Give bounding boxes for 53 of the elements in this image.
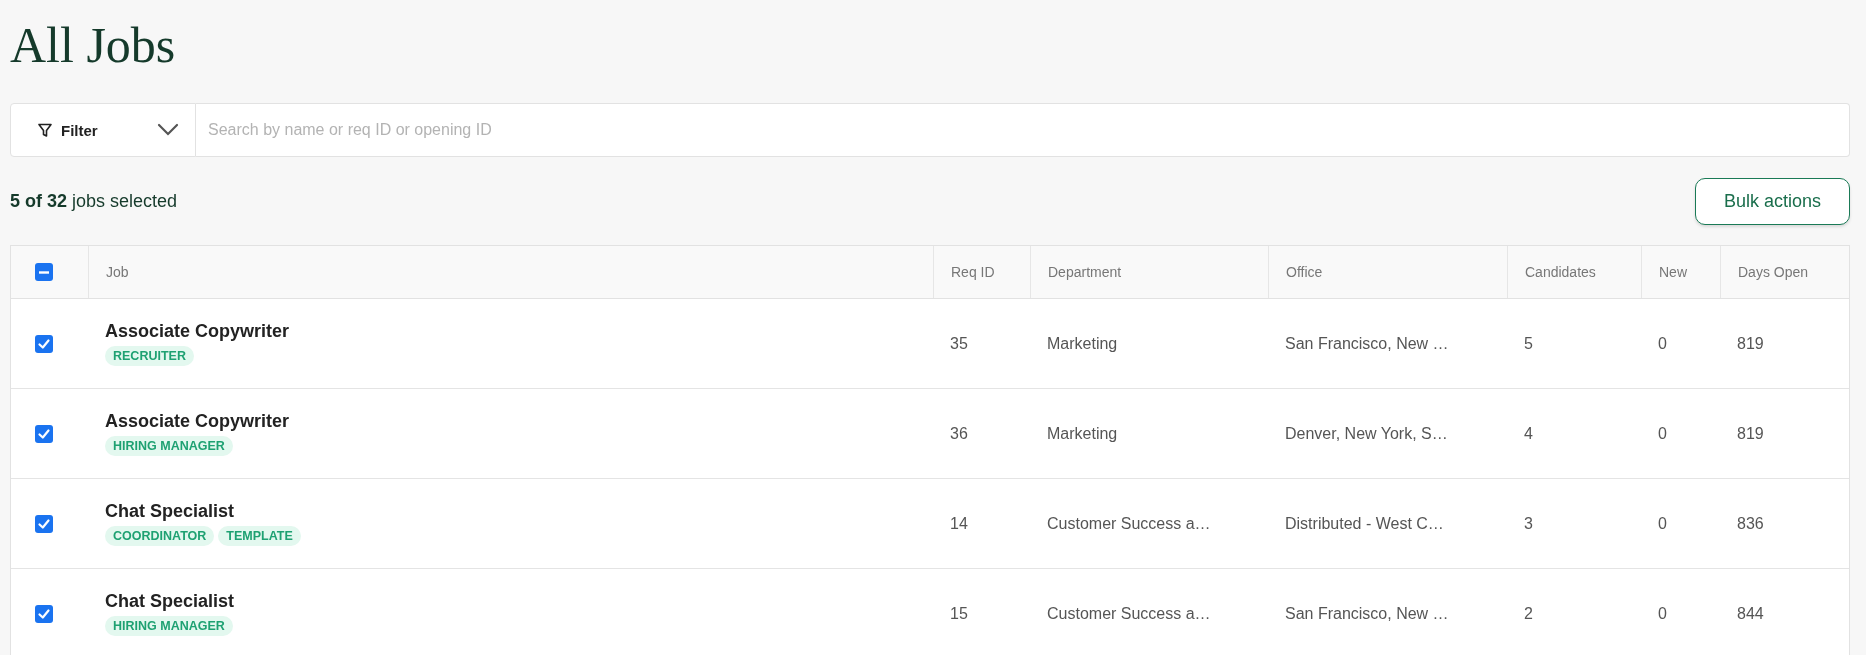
table-cell: 14 (950, 514, 968, 533)
table-cell: 0 (1658, 334, 1667, 353)
role-tag: COORDINATOR (105, 526, 215, 546)
table-cell: 836 (1737, 514, 1764, 533)
column-header[interactable]: Req ID (951, 264, 995, 280)
table-cell: 844 (1737, 604, 1764, 623)
table-cell: 36 (950, 424, 968, 443)
table-cell: 0 (1658, 424, 1667, 443)
table-cell: 0 (1658, 604, 1667, 623)
column-header[interactable]: Job (106, 264, 129, 280)
table-cell: Distributed - West C… (1285, 514, 1444, 533)
job-title[interactable]: Associate Copywriter (105, 321, 290, 342)
row-checkbox[interactable] (35, 334, 53, 353)
column-header[interactable]: Office (1286, 264, 1323, 280)
table-cell: Marketing (1047, 334, 1118, 353)
table-cell: 819 (1737, 334, 1764, 353)
role-tag: RECRUITER (105, 346, 194, 366)
column-header[interactable]: New (1659, 264, 1687, 280)
search-field[interactable]: Search by name or req ID or opening ID (196, 103, 1850, 157)
column-header[interactable]: Department (1048, 264, 1122, 280)
row-checkbox[interactable] (35, 604, 53, 623)
table-cell: Customer Success a… (1047, 514, 1211, 533)
table-cell: 819 (1737, 424, 1764, 443)
table-cell: Marketing (1047, 424, 1118, 443)
role-tag: HIRING MANAGER (105, 436, 233, 456)
row-checkbox[interactable] (35, 514, 53, 533)
row-checkbox[interactable] (35, 424, 53, 443)
role-tag: TEMPLATE (218, 526, 301, 546)
table-cell: 3 (1524, 514, 1533, 533)
job-title[interactable]: Chat Specialist (105, 501, 235, 522)
job-title[interactable]: Associate Copywriter (105, 411, 290, 432)
table-cell: 35 (950, 334, 968, 353)
filter-dropdown[interactable]: Filter (10, 103, 196, 157)
column-header[interactable]: Candidates (1525, 264, 1596, 280)
column-header[interactable]: Days Open (1738, 264, 1809, 280)
chevron-down-icon (157, 123, 179, 137)
table-cell: 2 (1524, 604, 1533, 623)
job-title[interactable]: Chat Specialist (105, 591, 235, 612)
minus-icon (39, 270, 49, 274)
page-title: All Jobs (10, 16, 176, 75)
table-cell: 15 (950, 604, 968, 623)
table-cell: San Francisco, New … (1285, 604, 1449, 623)
table-cell: 5 (1524, 334, 1533, 353)
table-cell: Denver, New York, S… (1285, 424, 1448, 443)
bulk-actions-button[interactable]: Bulk actions (1694, 177, 1850, 225)
role-tag: HIRING MANAGER (105, 616, 233, 636)
table-cell: Customer Success a… (1047, 604, 1211, 623)
filter-icon (37, 122, 53, 138)
selection-summary: 5 of 32 jobs selected (10, 190, 178, 212)
select-all-checkbox[interactable] (35, 263, 53, 281)
table-cell: 0 (1658, 514, 1667, 533)
table-cell: San Francisco, New … (1285, 334, 1449, 353)
table-cell: 4 (1524, 424, 1533, 443)
